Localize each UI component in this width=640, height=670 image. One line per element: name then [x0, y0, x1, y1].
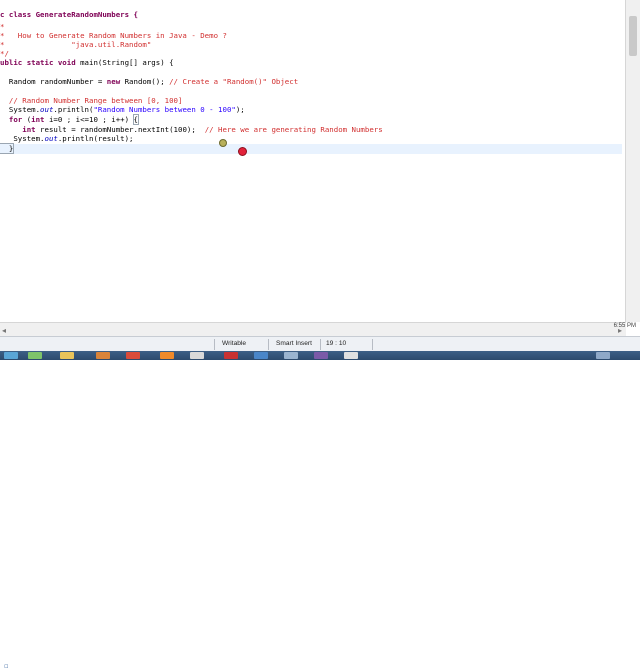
media-icon[interactable]	[60, 352, 74, 359]
next-int-call: result = randomNumber.nextInt(100);	[35, 125, 205, 134]
scroll-left-icon[interactable]: ◂	[2, 326, 6, 335]
status-separator-4	[372, 339, 373, 350]
kw-for: for	[0, 115, 23, 124]
brace-open: {	[132, 114, 140, 125]
brace-close: }	[0, 143, 15, 154]
scrollbar-thumb[interactable]	[629, 16, 637, 56]
code-line-6[interactable]: ublic static void main(String[] args) {	[0, 58, 174, 68]
loop-condition: i=0 ; i<=10 ; i++)	[44, 115, 134, 124]
code-line-13[interactable]: }	[0, 143, 15, 154]
vertical-scrollbar[interactable]	[625, 0, 640, 322]
system-ref-2: System.	[0, 134, 45, 143]
clock: 6:55 PM	[613, 323, 636, 329]
horizontal-scrollbar[interactable]: ◂ ▸	[0, 322, 626, 337]
status-bar: ▫ Writable Smart Insert 19 : 10 6:55 PM	[0, 323, 640, 670]
app-icon-8[interactable]	[596, 352, 610, 359]
explorer-icon[interactable]	[28, 352, 42, 359]
main-signature: main(String[] args) {	[75, 58, 174, 67]
system-ref: System.	[0, 105, 41, 114]
code-line-9[interactable]: System.out.println("Random Numbers betwe…	[0, 105, 245, 115]
random-decl: Random randomNumber =	[0, 77, 107, 86]
comment-generating: // Here we are generating Random Numbers	[204, 125, 383, 134]
writable-status: Writable	[222, 340, 247, 347]
code-line-12[interactable]: System.out.println(result);	[0, 134, 134, 144]
out-field: out	[40, 105, 54, 114]
code-line-1[interactable]: c class GenerateRandomNumbers {	[0, 10, 138, 20]
app-icon-2[interactable]	[190, 352, 204, 359]
kw-int: int	[31, 115, 45, 124]
start-icon[interactable]	[4, 352, 18, 359]
random-ctor: Random();	[120, 77, 170, 86]
statement-end: );	[235, 105, 245, 114]
app-icon[interactable]	[160, 352, 174, 359]
kw-new: new	[106, 77, 121, 86]
click-indicator-icon	[238, 147, 247, 156]
kw-public-static-void: ublic static void	[0, 58, 76, 67]
cursor-position: 19 : 10	[326, 340, 347, 347]
class-declaration: c class GenerateRandomNumbers {	[0, 10, 138, 19]
status-separator-3	[320, 339, 321, 350]
paren-open: (	[22, 115, 32, 124]
mouse-cursor-icon	[219, 139, 227, 147]
code-editor[interactable]: c class GenerateRandomNumbers { * * How …	[0, 0, 626, 322]
app-icon-7[interactable]	[344, 352, 358, 359]
out-field-2: out	[44, 134, 58, 143]
status-bar-icon[interactable]: ▫	[4, 662, 12, 670]
status-separator	[214, 339, 215, 350]
current-line-highlight	[0, 144, 622, 154]
println-result: .println(result);	[57, 134, 134, 143]
kw-int-2: int	[0, 125, 36, 134]
browser-icon[interactable]	[96, 352, 110, 359]
string-literal: "Random Numbers between 0 - 100"	[93, 105, 236, 114]
chrome-icon[interactable]	[126, 352, 140, 359]
app-icon-3[interactable]	[224, 352, 238, 359]
code-line-7[interactable]: Random randomNumber = new Random(); // C…	[0, 77, 298, 87]
app-icon-6[interactable]	[314, 352, 328, 359]
taskbar	[0, 351, 640, 360]
app-icon-4[interactable]	[254, 352, 268, 359]
comment-create-object: // Create a "Random()" Object	[169, 77, 299, 86]
status-separator-2	[268, 339, 269, 350]
app-icon-5[interactable]	[284, 352, 298, 359]
println-call: .println(	[53, 105, 94, 114]
code-line-10[interactable]: for (int i=0 ; i<=10 ; i++) {	[0, 114, 140, 125]
insert-mode-status: Smart Insert	[276, 340, 312, 347]
code-line-4[interactable]: * "java.util.Random"	[0, 40, 151, 50]
